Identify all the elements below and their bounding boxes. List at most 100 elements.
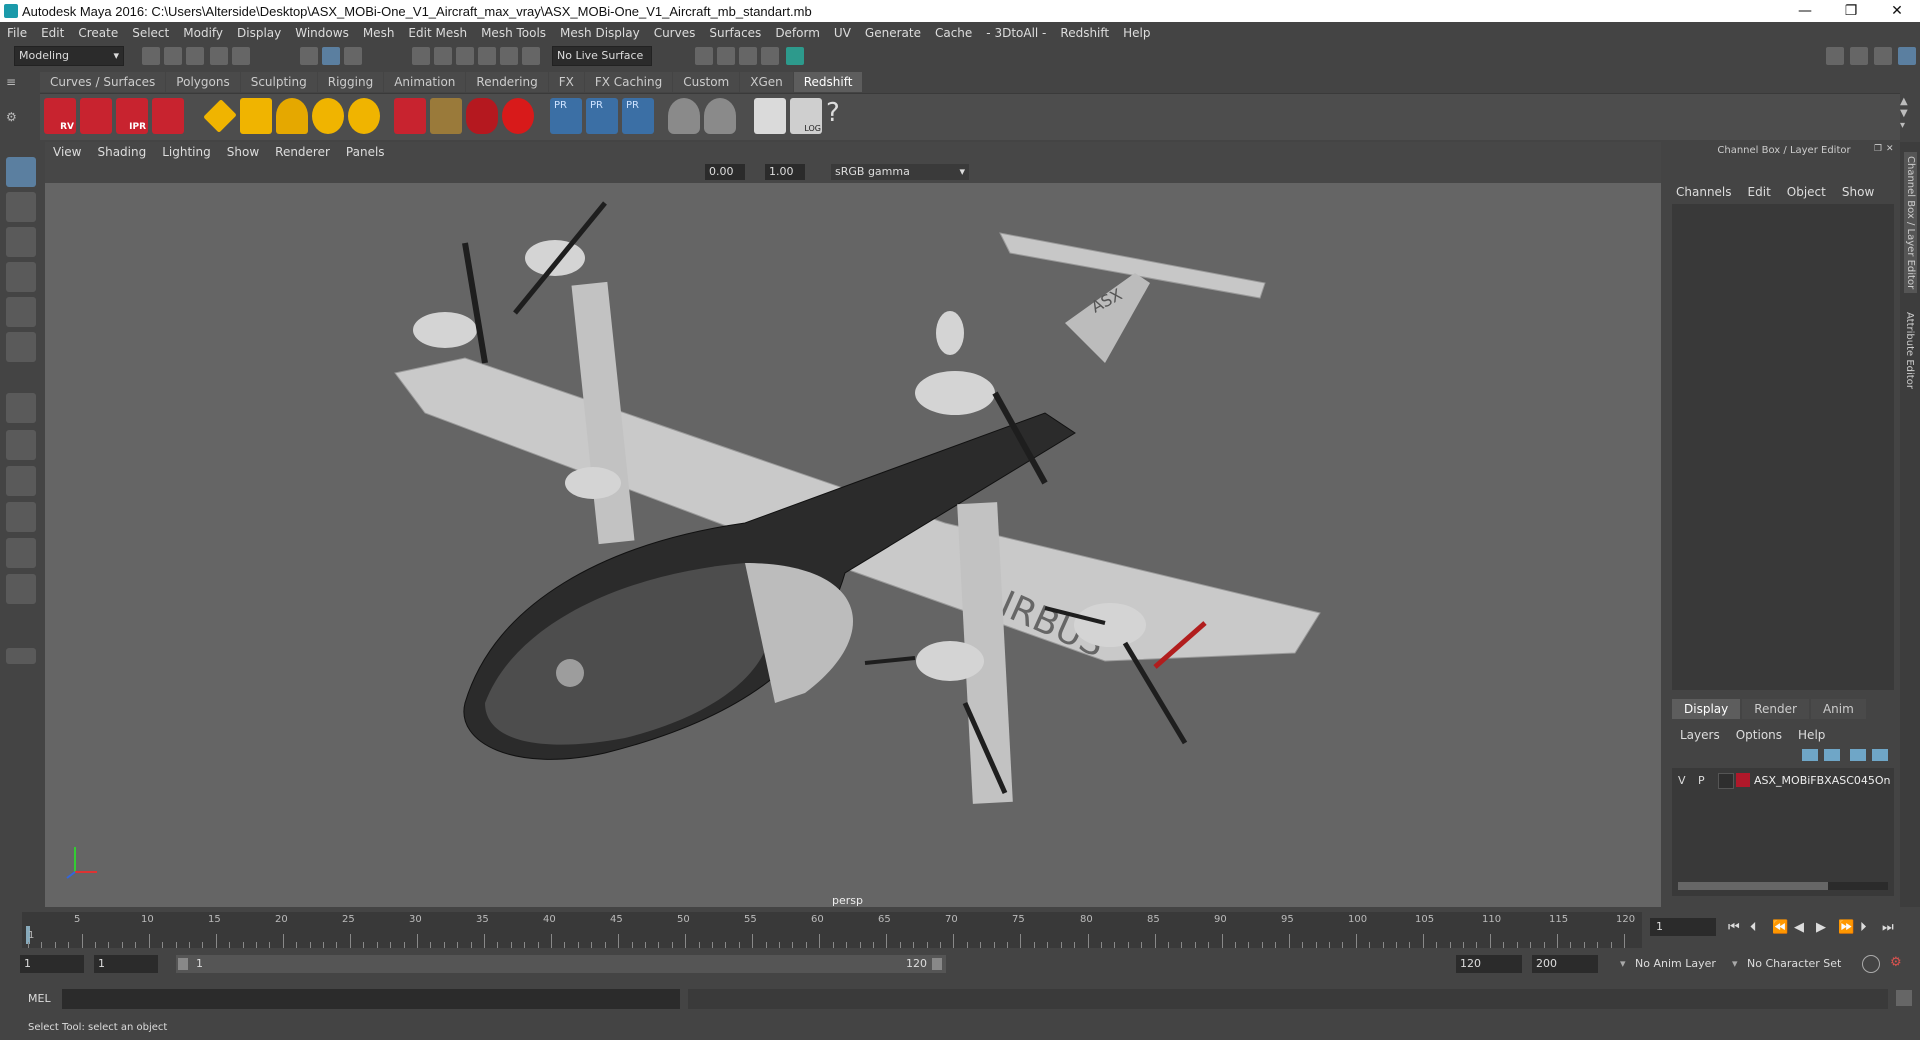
anim-layer-dropdown[interactable]: ▾ No Anim Layer — [1620, 955, 1740, 973]
new-layer-icon[interactable] — [1850, 749, 1866, 761]
tab-animation[interactable]: Animation — [384, 72, 466, 92]
select-tool-icon[interactable] — [6, 157, 36, 187]
play-backward-icon[interactable]: ◀ — [1794, 920, 1804, 935]
range-slider[interactable]: 1 120 — [176, 955, 946, 973]
move-tool-icon[interactable] — [6, 262, 36, 292]
help-button[interactable]: ? — [826, 98, 858, 134]
snap-view-icon[interactable] — [478, 47, 496, 65]
select-hierarchy-icon[interactable] — [300, 47, 318, 65]
mel-input[interactable] — [62, 989, 680, 1009]
range-slider-start-handle[interactable] — [178, 958, 188, 970]
step-forward-key-icon[interactable]: ⏩ — [1838, 920, 1854, 935]
layer-menu-options[interactable]: Options — [1728, 725, 1790, 745]
exposure-field[interactable]: 0.00 — [705, 164, 745, 180]
menu-windows[interactable]: Windows — [288, 26, 356, 40]
menu-mesh[interactable]: Mesh — [356, 26, 402, 40]
rs-curve-icon[interactable] — [466, 98, 498, 134]
layer-menu-help[interactable]: Help — [1790, 725, 1833, 745]
paint-select-icon[interactable] — [6, 227, 36, 257]
snap-curve-icon[interactable] — [434, 47, 452, 65]
pr-export-button[interactable]: PR — [586, 98, 618, 134]
menu-mesh-display[interactable]: Mesh Display — [553, 26, 647, 40]
render-settings-icon[interactable] — [695, 47, 713, 65]
menu-surfaces[interactable]: Surfaces — [702, 26, 768, 40]
vp-menu-shading[interactable]: Shading — [89, 145, 154, 159]
cb-menu-edit[interactable]: Edit — [1740, 182, 1779, 202]
tab-display[interactable]: Display — [1672, 699, 1741, 719]
snap-point-icon[interactable] — [456, 47, 474, 65]
layer-row[interactable]: V P ASX_MOBiFBXASC045On — [1672, 772, 1894, 790]
menu-uv[interactable]: UV — [827, 26, 858, 40]
layer-name[interactable]: ASX_MOBiFBXASC045On — [1754, 774, 1891, 787]
menu-3dtoall[interactable]: - 3DtoAll - — [979, 26, 1053, 40]
tab-xgen[interactable]: XGen — [740, 72, 793, 92]
vp-menu-panels[interactable]: Panels — [338, 145, 393, 159]
menu-edit-mesh[interactable]: Edit Mesh — [401, 26, 474, 40]
layer-visibility-toggle[interactable]: V — [1678, 774, 1686, 787]
mel-label[interactable]: MEL — [28, 992, 51, 1005]
step-back-icon[interactable]: ⏴ — [1750, 920, 1757, 935]
tab-render[interactable]: Render — [1742, 699, 1809, 719]
auto-key-icon[interactable] — [1862, 955, 1880, 973]
play-forward-icon[interactable]: ▶ — [1816, 920, 1826, 935]
render-current-icon[interactable] — [761, 47, 779, 65]
time-slider[interactable]: 1 5 10 15 20 25 30 35 40 45 50 55 60 65 70 75 80 85 90 95 1… — [22, 912, 1642, 948]
tab-fx[interactable]: FX — [548, 72, 584, 92]
move-layer-up-icon[interactable] — [1802, 749, 1818, 761]
rotate-tool-icon[interactable] — [6, 297, 36, 327]
ipr-render-icon[interactable] — [739, 47, 757, 65]
persp-graph-layout-icon[interactable] — [6, 502, 36, 532]
tab-fx-caching[interactable]: FX Caching — [584, 72, 673, 92]
side-tab-channel-box[interactable]: Channel Box / Layer Editor — [1904, 152, 1917, 294]
select-object-icon[interactable] — [322, 47, 340, 65]
vp-menu-view[interactable]: View — [45, 145, 89, 159]
layer-color-swatch[interactable] — [1736, 773, 1750, 787]
go-to-end-icon[interactable]: ⏭ — [1882, 920, 1894, 935]
menu-modify[interactable]: Modify — [176, 26, 230, 40]
rs-visibility-icon[interactable] — [704, 98, 736, 134]
move-layer-down-icon[interactable] — [1824, 749, 1840, 761]
tab-sculpting[interactable]: Sculpting — [240, 72, 317, 92]
menu-create[interactable]: Create — [71, 26, 125, 40]
pr-switch-button[interactable]: PR — [622, 98, 654, 134]
redshift-settings-button[interactable] — [152, 98, 184, 134]
tab-curves-surfaces[interactable]: Curves / Surfaces — [40, 72, 166, 92]
cb-menu-object[interactable]: Object — [1779, 182, 1834, 202]
scrollbar-thumb[interactable] — [1678, 882, 1828, 890]
menu-generate[interactable]: Generate — [858, 26, 928, 40]
light-area-icon[interactable] — [203, 99, 237, 133]
tab-custom[interactable]: Custom — [673, 72, 740, 92]
menu-curves[interactable]: Curves — [647, 26, 703, 40]
new-scene-icon[interactable] — [142, 47, 160, 65]
shelf-settings-icon[interactable]: ⚙ — [6, 110, 26, 124]
minimize-button[interactable]: — — [1782, 0, 1828, 22]
animation-prefs-icon[interactable]: ⚙ — [1890, 955, 1906, 971]
undo-icon[interactable] — [210, 47, 228, 65]
menu-edit[interactable]: Edit — [34, 26, 71, 40]
live-surface-field[interactable]: No Live Surface — [552, 46, 652, 66]
float-panel-icon[interactable]: ❐ — [1874, 144, 1884, 156]
light-spot-icon[interactable] — [276, 98, 308, 134]
hypershade-layout-icon[interactable] — [6, 574, 36, 604]
rs-log-button[interactable]: LOG — [790, 98, 822, 134]
rs-script-editor-icon[interactable] — [754, 98, 786, 134]
redo-icon[interactable] — [232, 47, 250, 65]
channel-box-toggle-icon[interactable] — [1898, 47, 1916, 65]
menu-display[interactable]: Display — [230, 26, 288, 40]
shelf-scroll-icon[interactable]: ▲ ▼ ▾ — [1900, 96, 1914, 136]
menu-redshift[interactable]: Redshift — [1053, 26, 1116, 40]
menu-set-dropdown[interactable]: Modeling ▾ — [14, 46, 124, 66]
snap-grid-icon[interactable] — [412, 47, 430, 65]
vp-menu-renderer[interactable]: Renderer — [267, 145, 338, 159]
snap-surface-icon[interactable] — [500, 47, 518, 65]
range-slider-end-handle[interactable] — [932, 958, 942, 970]
cb-menu-channels[interactable]: Channels — [1668, 182, 1740, 202]
pr-photon-button[interactable]: PR — [550, 98, 582, 134]
gamma-field[interactable]: 1.00 — [765, 164, 805, 180]
animation-end-field[interactable]: 200 — [1532, 955, 1598, 973]
scale-tool-icon[interactable] — [6, 332, 36, 362]
layer-scrollbar[interactable] — [1678, 882, 1888, 890]
side-by-side-layout-icon[interactable] — [6, 466, 36, 496]
maximize-button[interactable]: ❐ — [1828, 0, 1874, 22]
step-back-key-icon[interactable]: ⏪ — [1772, 920, 1788, 935]
